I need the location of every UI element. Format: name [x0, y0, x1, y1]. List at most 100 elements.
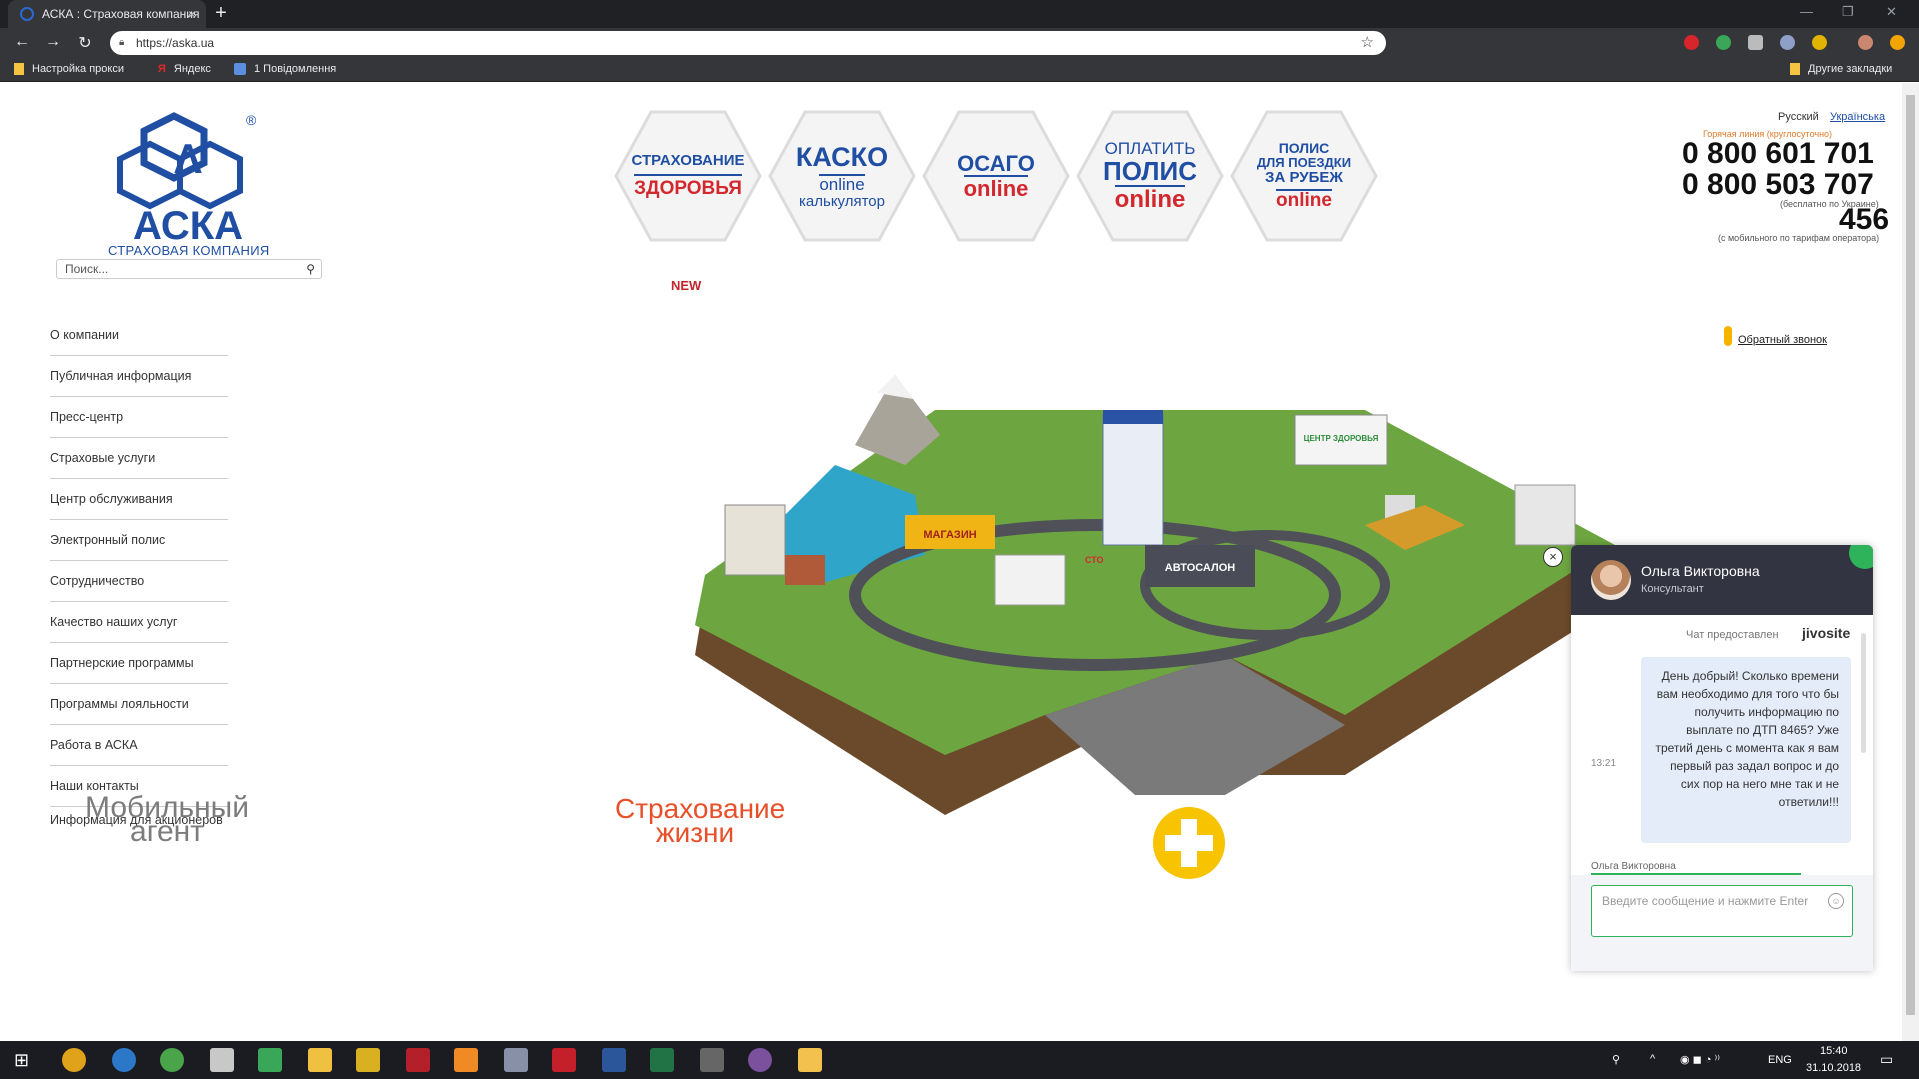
- restore-icon[interactable]: ❐: [1842, 4, 1854, 20]
- menu-item-quality[interactable]: Качество наших услуг: [50, 602, 228, 643]
- app-icon[interactable]: [356, 1048, 380, 1072]
- extension-icon[interactable]: [1684, 35, 1699, 50]
- app-icon[interactable]: [454, 1048, 478, 1072]
- mobile-agent-banner[interactable]: Мобильный агент: [72, 793, 262, 847]
- forward-icon[interactable]: →: [43, 33, 63, 51]
- medical-plus-icon[interactable]: [1153, 807, 1225, 879]
- reload-icon[interactable]: ↻: [75, 33, 95, 53]
- extension-icon[interactable]: [1716, 35, 1731, 50]
- product-health-button[interactable]: СТРАХОВАНИЕ ЗДОРОВЬЯ: [614, 109, 762, 243]
- emoji-icon[interactable]: ☺: [1828, 893, 1844, 909]
- logo-text: АСКА: [133, 204, 243, 248]
- people-icon[interactable]: ⚲: [1612, 1053, 1620, 1066]
- extension-icon[interactable]: [1748, 35, 1763, 50]
- product-pay-policy-button[interactable]: ОПЛАТИТЬ ПОЛИС online: [1076, 109, 1224, 243]
- product-kasko-button[interactable]: КАСКО online калькулятор: [768, 109, 916, 243]
- jivosite-logo[interactable]: jivosite: [1802, 625, 1850, 641]
- browser-titlebar: АСКА : Страховая компания × + — ❐ ✕: [0, 0, 1919, 28]
- phone-note-mobile: (с мобильного по тарифам оператора): [1718, 233, 1880, 243]
- clock-date[interactable]: 31.10.2018: [1806, 1062, 1861, 1074]
- chat-scrollbar[interactable]: [1861, 633, 1866, 753]
- utorrent-icon[interactable]: [160, 1048, 184, 1072]
- menu-item-services[interactable]: Страховые услуги: [50, 438, 228, 479]
- menu-item-press[interactable]: Пресс-центр: [50, 397, 228, 438]
- callback-link[interactable]: Обратный звонок: [1738, 334, 1827, 346]
- search-icon[interactable]: ⚲: [306, 262, 315, 276]
- lang-ru[interactable]: Русский: [1778, 111, 1819, 123]
- tray-expand-icon[interactable]: ^: [1650, 1053, 1655, 1065]
- folder-icon: [1790, 63, 1800, 75]
- search-input[interactable]: Поиск... ⚲: [56, 259, 322, 279]
- life-insurance-banner[interactable]: Страхование жизни: [615, 795, 785, 847]
- pdf-icon[interactable]: [406, 1048, 430, 1072]
- update-icon[interactable]: [1890, 35, 1905, 50]
- chat-close-button[interactable]: ×: [1543, 547, 1563, 567]
- lock-icon: 🔒︎: [119, 37, 125, 48]
- notifications-icon[interactable]: ▭: [1880, 1051, 1893, 1068]
- menu-item-about[interactable]: О компании: [50, 315, 228, 356]
- chat-status-indicator: [1849, 545, 1873, 569]
- page-scrollbar[interactable]: [1902, 83, 1919, 1051]
- bookmark-messages[interactable]: 1 Повідомлення: [234, 63, 336, 75]
- phone-short[interactable]: 456: [1839, 203, 1889, 237]
- minimize-icon[interactable]: —: [1800, 4, 1813, 19]
- app-icon[interactable]: [210, 1048, 234, 1072]
- extension-icon[interactable]: [1812, 35, 1827, 50]
- word-icon[interactable]: [602, 1048, 626, 1072]
- yandex-icon: Я: [158, 63, 166, 75]
- aska-logo[interactable]: Λ ® АСКА: [108, 111, 268, 256]
- menu-item-jobs[interactable]: Работа в АСКА: [50, 725, 228, 766]
- download-icon[interactable]: [308, 1048, 332, 1072]
- tab-close-icon[interactable]: ×: [188, 6, 196, 22]
- teamviewer-icon[interactable]: [112, 1048, 136, 1072]
- app-icon[interactable]: [552, 1048, 576, 1072]
- tray-icons[interactable]: ◉ ◼ ◔ ⁾⁾: [1680, 1053, 1720, 1066]
- city-label-shop: МАГАЗИН: [923, 529, 976, 541]
- file-explorer-icon[interactable]: [798, 1048, 822, 1072]
- extension-icon[interactable]: [1780, 35, 1795, 50]
- phone-1[interactable]: 0 800 601 701: [1682, 137, 1874, 171]
- viber-icon[interactable]: [748, 1048, 772, 1072]
- city-label-autosalon: АВТОСАЛОН: [1165, 562, 1235, 574]
- profile-avatar[interactable]: [1858, 35, 1873, 50]
- clock-time[interactable]: 15:40: [1820, 1045, 1848, 1057]
- menu-item-partners[interactable]: Партнерские программы: [50, 643, 228, 684]
- bookmark-star-icon[interactable]: ☆: [1361, 31, 1374, 55]
- browser-tab[interactable]: АСКА : Страховая компания ×: [8, 0, 206, 28]
- excel-icon[interactable]: [650, 1048, 674, 1072]
- browser-toolbar: ← → ↻ 🔒︎ https://aska.ua ☆: [0, 28, 1919, 58]
- menu-item-e-policy[interactable]: Электронный полис: [50, 520, 228, 561]
- address-bar[interactable]: 🔒︎ https://aska.ua ☆: [110, 31, 1386, 55]
- new-badge: NEW: [671, 278, 702, 293]
- city-illustration[interactable]: МАГАЗИН СТО АВТОСАЛОН ЦЕНТР ЗДОРОВЬЯ: [665, 355, 1619, 835]
- operator-typing-label: Ольга Викторовна: [1591, 861, 1676, 872]
- new-tab-button[interactable]: +: [210, 3, 232, 25]
- windows-start-icon[interactable]: ⊞: [14, 1048, 38, 1072]
- url-text: https://aska.ua: [136, 36, 215, 50]
- calculator-icon[interactable]: [700, 1048, 724, 1072]
- svg-text:Λ: Λ: [174, 135, 202, 182]
- product-travel-button[interactable]: ПОЛИС ДЛЯ ПОЕЗДКИ ЗА РУБЕЖ online: [1230, 109, 1378, 243]
- city-label-sto: СТО: [1085, 555, 1104, 565]
- bookmark-proxy[interactable]: Настройка прокси: [14, 63, 124, 75]
- app-icon[interactable]: [504, 1048, 528, 1072]
- menu-item-public-info[interactable]: Публичная информация: [50, 356, 228, 397]
- menu-item-service-center[interactable]: Центр обслуживания: [50, 479, 228, 520]
- menu-item-cooperation[interactable]: Сотрудничество: [50, 561, 228, 602]
- chrome-icon[interactable]: [62, 1048, 86, 1072]
- product-osago-button[interactable]: ОСАГО online: [922, 109, 1070, 243]
- close-window-icon[interactable]: ✕: [1886, 4, 1897, 20]
- other-bookmarks[interactable]: Другие закладки: [1790, 63, 1892, 75]
- back-icon[interactable]: ←: [12, 33, 32, 51]
- input-language[interactable]: ENG: [1768, 1054, 1792, 1066]
- chat-message-input[interactable]: Введите сообщение и нажмите Enter ☺: [1591, 885, 1853, 937]
- scrollbar-thumb[interactable]: [1906, 95, 1915, 1015]
- menu-item-loyalty[interactable]: Программы лояльности: [50, 684, 228, 725]
- app-icon[interactable]: [258, 1048, 282, 1072]
- lang-ua[interactable]: Українська: [1830, 111, 1885, 123]
- phone-2[interactable]: 0 800 503 707: [1682, 168, 1874, 202]
- windows-taskbar: ⊞ ⚲ ^ ◉ ◼ ◔ ⁾⁾ ENG 15:40 31.10.2018 ▭: [0, 1041, 1919, 1079]
- chat-agent-name: Ольга Викторовна: [1641, 563, 1760, 579]
- bookmark-yandex[interactable]: Я Яндекс: [158, 63, 211, 75]
- avatar: [1591, 560, 1631, 600]
